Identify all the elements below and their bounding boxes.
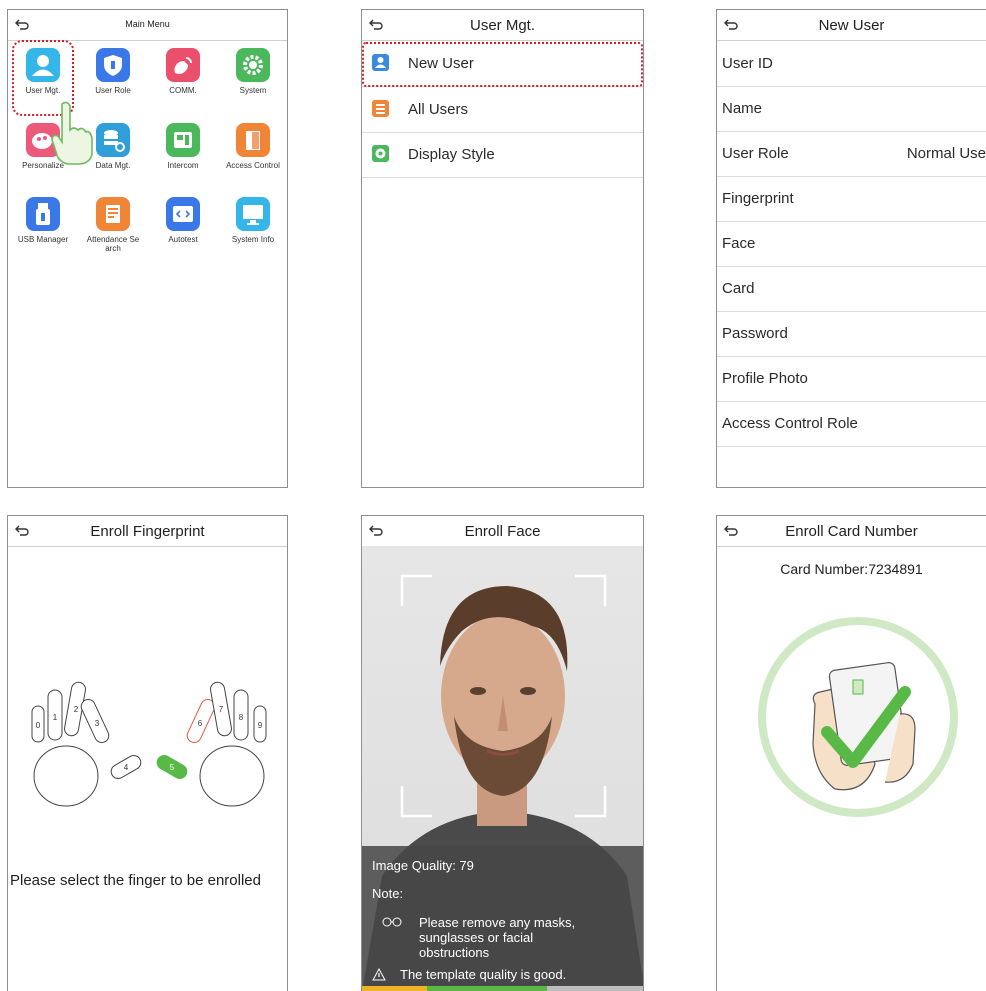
database-icon <box>96 123 130 157</box>
menu-item-intercom[interactable]: Intercom <box>152 123 214 170</box>
main-menu-screen: Main Menu User Mgt. User Role COMM. Syst… <box>7 9 288 488</box>
field-name[interactable]: Name <box>717 86 986 132</box>
pointing-hand-icon <box>51 101 93 165</box>
list-item-display-style[interactable]: Display Style <box>362 132 643 178</box>
field-label: Password <box>722 325 788 342</box>
list-item-all-users[interactable]: All Users <box>362 87 643 133</box>
display-style-icon <box>372 145 389 162</box>
menu-item-label: USB Manager <box>17 235 69 244</box>
finger-label: 5 <box>170 763 175 772</box>
menu-item-comm[interactable]: COMM. <box>152 48 214 95</box>
title-bar: Enroll Card Number <box>717 516 986 547</box>
hands-diagram: 0 1 2 3 4 5 6 7 8 9 <box>31 681 267 807</box>
menu-item-access-control[interactable]: Access Control <box>222 123 284 170</box>
field-value: Normal Use <box>906 145 986 162</box>
field-label: Name <box>722 100 763 117</box>
note-label: Note: <box>372 886 404 901</box>
menu-item-label: Autotest <box>168 235 198 244</box>
note-line: sunglasses or facial <box>419 930 534 945</box>
field-fingerprint[interactable]: Fingerprint <box>717 176 986 222</box>
finger-label: 9 <box>258 721 263 730</box>
card-number: Card Number:7234891 <box>780 561 923 577</box>
satellite-icon <box>166 48 200 82</box>
instruction-text: Please select the finger to be enrolled <box>10 872 261 889</box>
menu-item-system[interactable]: System <box>222 48 284 95</box>
code-icon <box>166 197 200 231</box>
field-label: Fingerprint <box>722 190 794 207</box>
page-title: Enroll Face <box>464 523 541 540</box>
finger-label: 6 <box>198 719 203 728</box>
image-quality: Image Quality: 79 <box>372 858 474 873</box>
status-text: The template quality is good. <box>400 967 567 982</box>
gear-icon <box>236 48 270 82</box>
enroll-fingerprint-screen: Enroll Fingerprint 0 1 2 3 4 5 6 7 8 9 P… <box>7 515 288 991</box>
finger-label: 4 <box>124 763 129 772</box>
title-bar: User Mgt. <box>362 10 643 41</box>
field-user-role[interactable]: User Role Normal Use <box>717 131 986 177</box>
menu-item-label: Access Control <box>226 161 280 170</box>
warning-icon <box>372 968 386 981</box>
menu-item-attendance-search[interactable]: Attendance Se arch <box>82 197 144 253</box>
finger-label: 3 <box>95 719 100 728</box>
field-password[interactable]: Password <box>717 311 986 357</box>
menu-item-usb-manager[interactable]: USB Manager <box>12 197 74 244</box>
monitor-icon <box>236 197 270 231</box>
note-line: obstructions <box>419 945 490 960</box>
menu-item-autotest[interactable]: Autotest <box>152 197 214 244</box>
glasses-icon <box>382 917 402 927</box>
field-label: Face <box>722 235 756 252</box>
list-item-label: Display Style <box>408 146 495 163</box>
title-bar: Main Menu <box>8 10 287 41</box>
all-users-icon <box>372 100 389 117</box>
enroll-face-screen: Enroll Face Image Quality: 79 Note: Plea… <box>361 515 644 991</box>
list-item-label: All Users <box>408 101 469 118</box>
door-icon <box>236 123 270 157</box>
field-label: Access Control Role <box>722 415 858 432</box>
field-profile-photo[interactable]: Profile Photo <box>717 356 986 402</box>
selection-highlight <box>362 42 643 87</box>
field-label: User Role <box>722 145 789 162</box>
page-title: Main Menu <box>125 19 170 29</box>
finger-label: 2 <box>74 705 79 714</box>
page-title: Enroll Fingerprint <box>90 523 205 540</box>
enroll-card-screen: Enroll Card Number Card Number:7234891 <box>716 515 986 991</box>
new-user-screen: New User User ID Name User Role Normal Us… <box>716 9 986 488</box>
title-bar: Enroll Fingerprint <box>8 516 287 547</box>
note-line: Please remove any masks, <box>419 915 576 930</box>
field-label: Profile Photo <box>722 370 808 387</box>
menu-item-label: System Info <box>231 235 275 244</box>
field-face[interactable]: Face <box>717 221 986 267</box>
field-label: User ID <box>722 55 773 72</box>
page-title: New User <box>818 17 885 34</box>
menu-item-label: Attendance Se arch <box>86 235 140 253</box>
intercom-icon <box>166 123 200 157</box>
menu-item-label: COMM. <box>169 86 197 95</box>
page-title: User Mgt. <box>469 17 535 34</box>
title-bar: Enroll Face <box>362 516 643 547</box>
menu-item-user-role[interactable]: User Role <box>82 48 144 95</box>
menu-item-system-info[interactable]: System Info <box>222 197 284 244</box>
finger-label: 7 <box>219 705 224 714</box>
menu-item-label: User Role <box>95 86 131 95</box>
menu-item-label: Intercom <box>167 161 199 170</box>
finger-label: 8 <box>239 713 244 722</box>
title-bar: New User <box>717 10 986 41</box>
field-label: Card <box>722 280 755 297</box>
info-overlay: Image Quality: 79 Note: Please remove an… <box>362 846 643 991</box>
note-text: Please remove any masks, sunglasses or f… <box>419 915 575 960</box>
field-user-id[interactable]: User ID <box>717 41 986 87</box>
card-success-icon <box>758 617 958 817</box>
finger-label: 0 <box>36 721 41 730</box>
quality-bar <box>362 986 643 991</box>
usb-icon <box>26 197 60 231</box>
field-card[interactable]: Card <box>717 266 986 312</box>
page-title: Enroll Card Number <box>785 523 918 540</box>
menu-item-label: System <box>239 86 267 95</box>
field-access-control-role[interactable]: Access Control Role <box>717 401 986 447</box>
shield-icon <box>96 48 130 82</box>
user-mgt-screen: User Mgt. New User All Users Display Sty… <box>361 9 644 488</box>
report-icon <box>96 197 130 231</box>
finger-label: 1 <box>53 713 58 722</box>
